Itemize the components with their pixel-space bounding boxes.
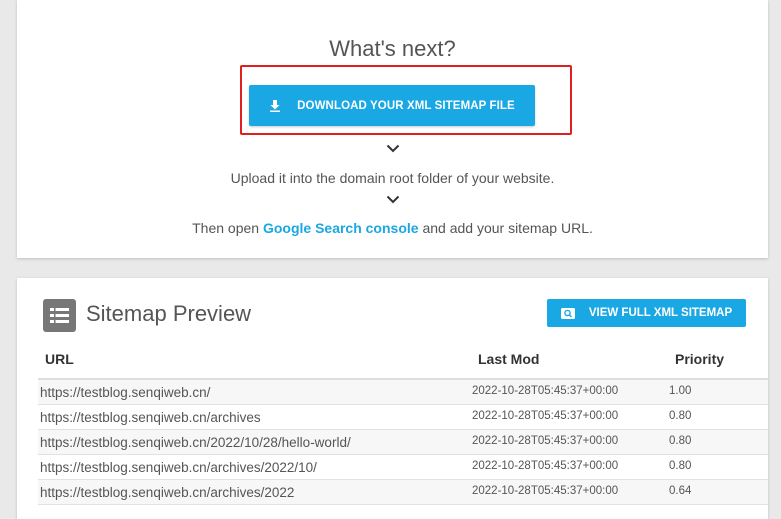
column-header-priority: Priority [675,351,725,367]
table-row: https://testblog.senqiweb.cn/archives/20… [38,480,768,505]
instruction-suffix: and add your sitemap URL. [418,220,593,236]
row-url[interactable]: https://testblog.senqiweb.cn/2022/10/28/… [40,435,351,450]
row-url[interactable]: https://testblog.senqiweb.cn/ [40,385,210,400]
table-row: https://testblog.senqiweb.cn/archives 20… [38,405,768,430]
column-header-url: URL [45,351,74,367]
row-lastmod: 2022-10-28T05:45:37+00:00 [472,435,619,447]
row-url[interactable]: https://testblog.senqiweb.cn/archives/20… [40,460,317,475]
sitemap-preview-title: Sitemap Preview [86,301,252,326]
row-priority: 0.80 [669,435,692,447]
row-lastmod: 2022-10-28T05:45:37+00:00 [472,485,619,497]
google-search-console-link[interactable]: Google Search console [263,220,419,236]
sitemap-preview-card: Sitemap Preview VIEW FULL XML SITEMAP UR… [17,278,768,519]
whats-next-card: What's next? DOWNLOAD YOUR XML SITEMAP F… [17,0,768,258]
row-priority: 0.64 [669,485,692,497]
view-full-sitemap-label: VIEW FULL XML SITEMAP [588,307,733,319]
row-lastmod: 2022-10-28T05:45:37+00:00 [472,460,619,472]
instruction-prefix: Then open [192,220,263,236]
row-url[interactable]: https://testblog.senqiweb.cn/archives [40,410,261,425]
download-sitemap-button[interactable]: DOWNLOAD YOUR XML SITEMAP FILE [249,85,535,126]
row-priority: 0.80 [669,460,692,472]
chevron-down-icon [17,195,768,204]
view-full-sitemap-button[interactable]: VIEW FULL XML SITEMAP [547,299,746,327]
table-row: https://testblog.senqiweb.cn/ 2022-10-28… [38,380,768,405]
column-header-lastmod: Last Mod [478,351,540,367]
download-icon [269,99,281,112]
search-icon [560,307,575,319]
table-row: https://testblog.senqiweb.cn/2022/10/28/… [38,430,768,455]
search-console-instruction: Then open Google Search console and add … [17,220,768,236]
row-priority: 1.00 [669,385,692,397]
row-url[interactable]: https://testblog.senqiweb.cn/archives/20… [40,485,294,500]
row-lastmod: 2022-10-28T05:45:37+00:00 [472,385,619,397]
table-row: https://testblog.senqiweb.cn/archives/20… [38,455,768,480]
upload-instruction: Upload it into the domain root folder of… [230,170,555,186]
whats-next-title: What's next? [329,36,456,61]
row-lastmod: 2022-10-28T05:45:37+00:00 [472,410,619,422]
chevron-down-icon [17,144,768,153]
list-icon [43,299,76,332]
row-priority: 0.80 [669,410,692,422]
download-sitemap-label: DOWNLOAD YOUR XML SITEMAP FILE [297,99,515,112]
